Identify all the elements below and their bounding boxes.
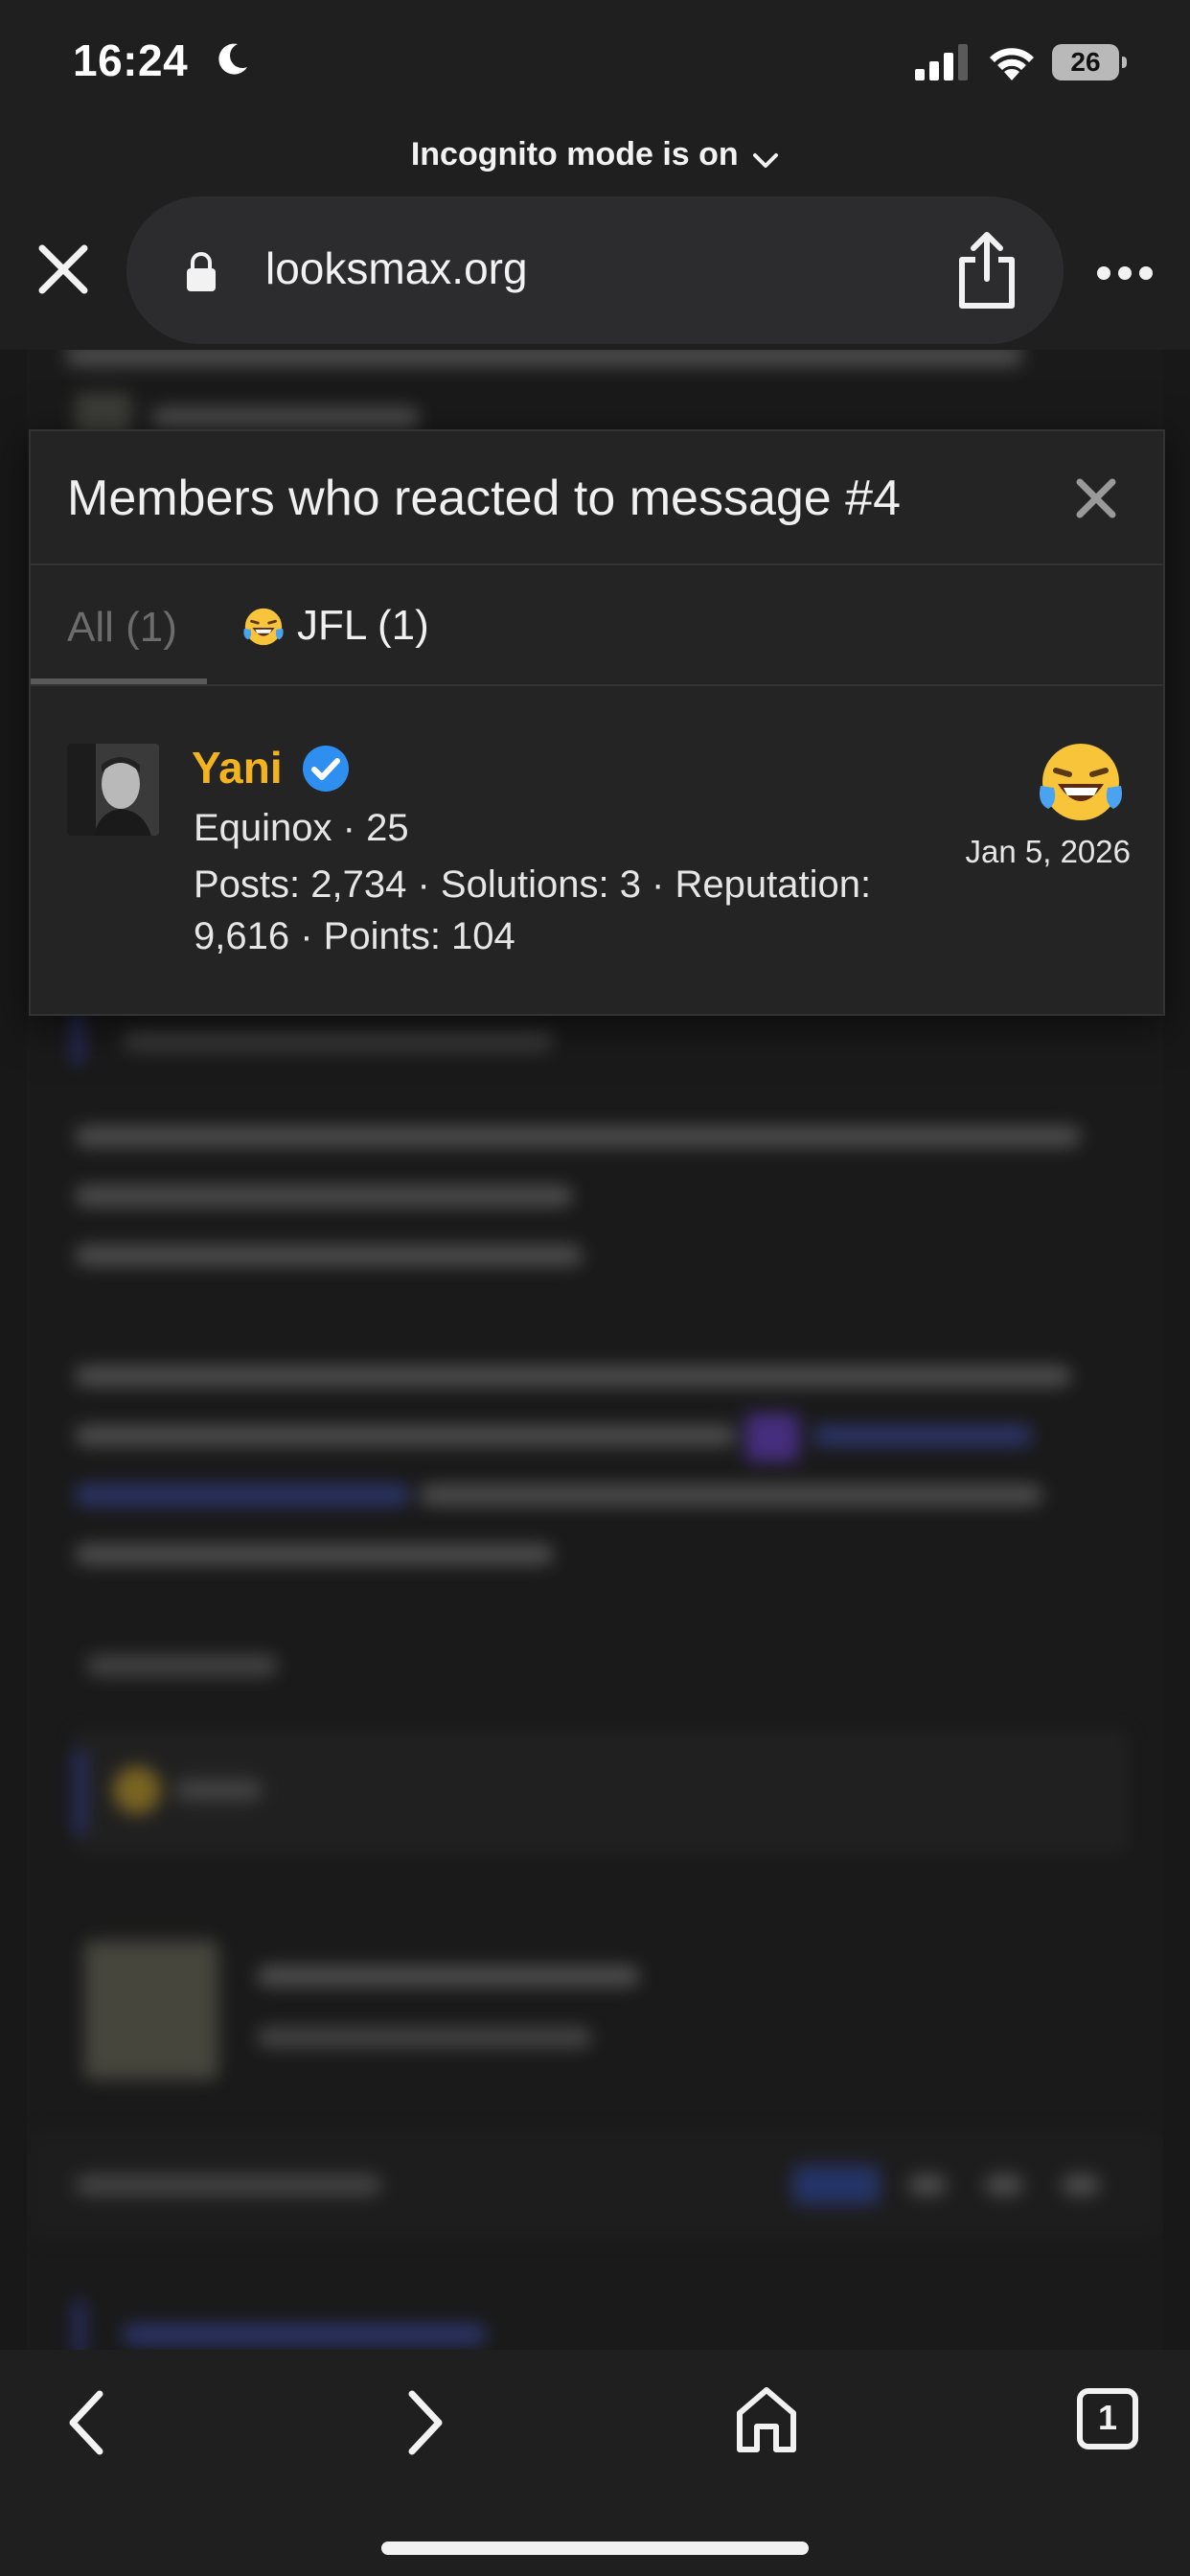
modal-title: Members who reacted to message #4 — [67, 471, 901, 526]
close-modal-button[interactable] — [1072, 474, 1120, 522]
share-icon[interactable] — [952, 231, 1021, 310]
url-text: looksmax.org — [265, 243, 528, 293]
tab-jfl-label: JFL (1) — [297, 602, 429, 649]
list-item: Yani Equinox · 25 Posts: 2,734 · Solutio… — [31, 686, 1163, 1012]
incognito-label: Incognito mode is on — [410, 136, 739, 172]
reactions-modal: Members who reacted to message #4 All (1… — [29, 429, 1165, 1016]
close-icon[interactable] — [34, 241, 92, 298]
active-tab-indicator — [31, 678, 207, 684]
forward-icon[interactable] — [397, 2386, 454, 2459]
member-username[interactable]: Yani — [192, 742, 283, 794]
crying-laughing-emoji-icon — [1040, 744, 1122, 820]
avatar[interactable] — [67, 744, 159, 836]
back-icon[interactable] — [57, 2386, 115, 2459]
modal-header: Members who reacted to message #4 — [31, 431, 1163, 565]
address-bar[interactable]: looksmax.org — [126, 196, 1064, 344]
status-time: 16:24 — [73, 35, 189, 85]
incognito-banner[interactable]: Incognito mode is on — [0, 129, 1190, 196]
reaction-date: Jan 5, 2026 — [965, 834, 1131, 869]
tab-jfl[interactable]: JFL (1) — [241, 602, 429, 650]
lock-icon — [187, 252, 216, 291]
wifi-icon — [990, 48, 1034, 80]
tab-all[interactable]: All (1) — [67, 604, 177, 652]
member-title: Equinox · 25 — [194, 807, 409, 849]
moon-icon — [218, 43, 247, 75]
address-bar-row: looksmax.org — [0, 196, 1190, 350]
status-bar: 16:24 26 — [0, 0, 1190, 129]
home-icon[interactable] — [734, 2382, 799, 2455]
crying-laughing-emoji-icon — [243, 608, 284, 646]
cellular-signal-icon — [915, 44, 968, 80]
home-indicator[interactable] — [381, 2542, 809, 2555]
reaction-tabs: All (1) JFL (1) — [31, 565, 1163, 686]
chevron-down-icon — [753, 152, 779, 168]
battery-icon: 26 — [1052, 44, 1129, 80]
member-stats: Posts: 2,734 · Solutions: 3 · Reputation… — [194, 863, 872, 957]
avatar-portrait-icon — [67, 744, 159, 836]
more-options-icon[interactable] — [1096, 264, 1154, 283]
battery-level: 26 — [1070, 47, 1101, 77]
verified-badge-icon — [303, 746, 349, 792]
tab-switcher-button[interactable]: 1 — [1077, 2388, 1138, 2450]
